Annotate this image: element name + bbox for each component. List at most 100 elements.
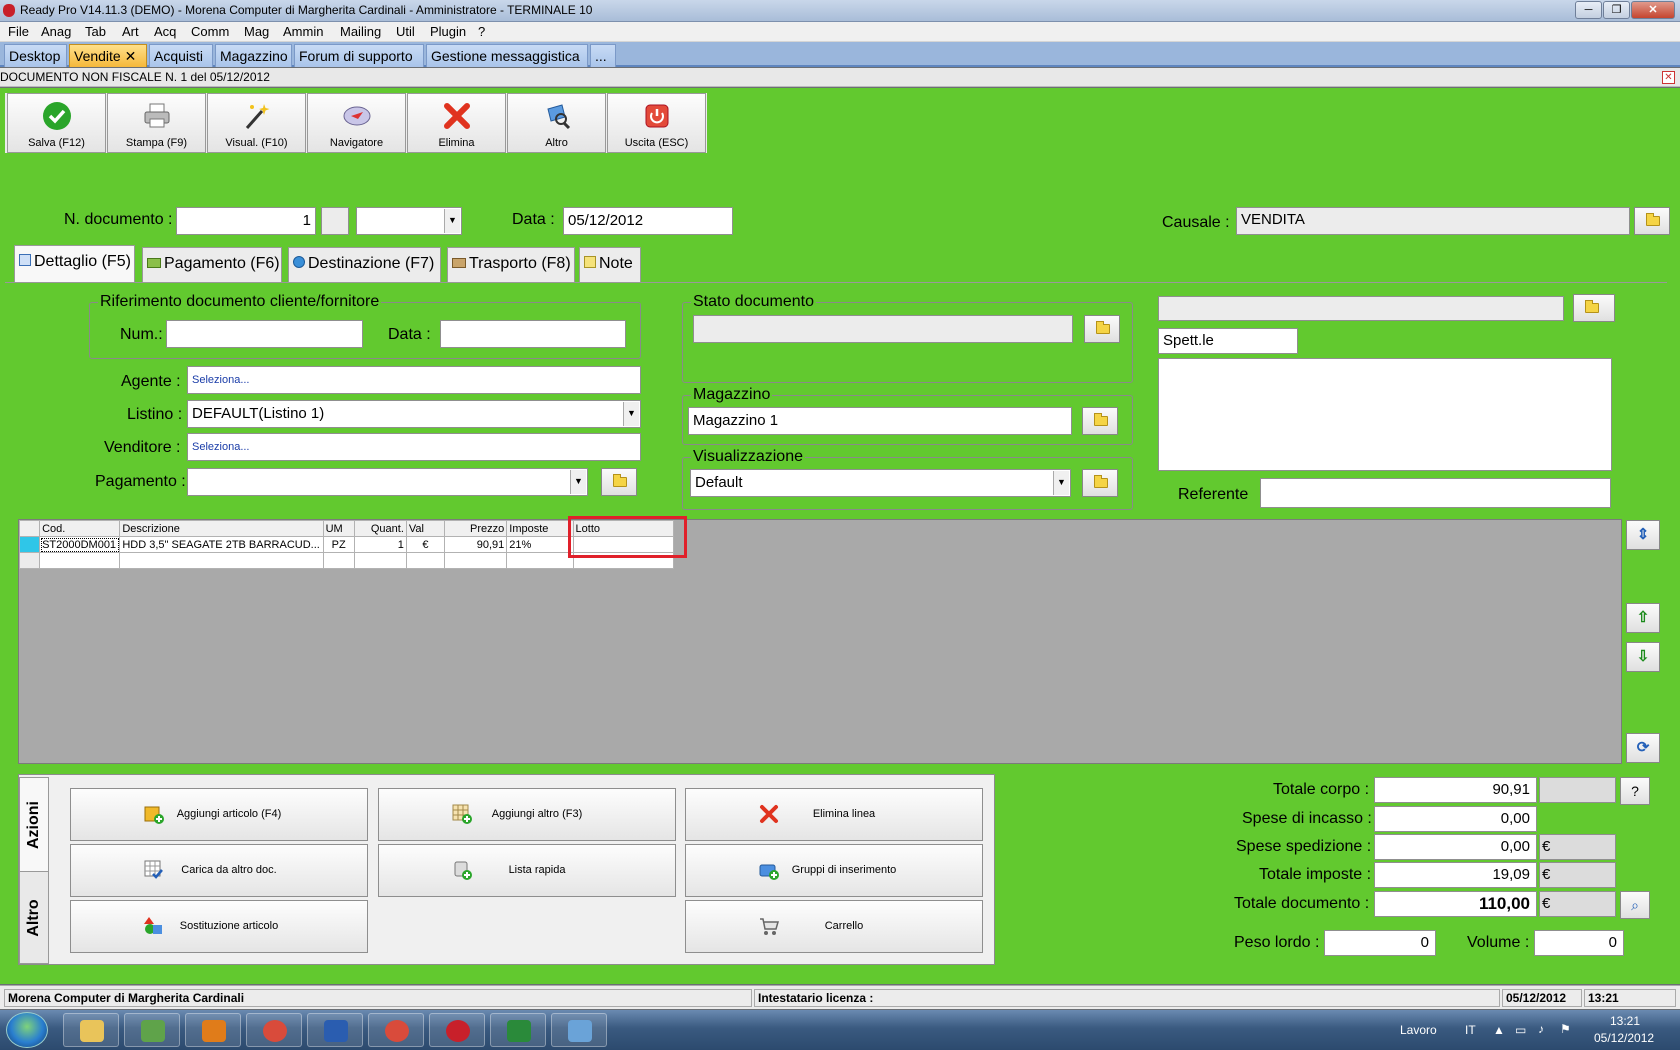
cell-descrizione[interactable]: HDD 3,5" SEAGATE 2TB BARRACUD... — [119, 536, 324, 553]
photo-viewer-taskbar-icon[interactable] — [551, 1013, 607, 1047]
sort-arrows-icon[interactable]: ⇕ — [1626, 520, 1660, 550]
save-button[interactable]: Salva (F12) — [7, 93, 106, 153]
tab-more[interactable]: ... — [590, 44, 616, 67]
menu-mailing[interactable]: Mailing — [340, 24, 381, 39]
minimize-button[interactable]: ─ — [1575, 1, 1602, 19]
series-select[interactable]: ▼ — [356, 207, 462, 235]
insert-groups-button[interactable]: Gruppi di inserimento — [685, 844, 983, 897]
preview-button[interactable]: Visual. (F10) — [207, 93, 306, 153]
menu-mag[interactable]: Mag — [244, 24, 269, 39]
menu-util[interactable]: Util — [396, 24, 415, 39]
help-button[interactable]: ? — [1620, 777, 1650, 805]
status-field[interactable] — [693, 315, 1073, 343]
tab-desktop[interactable]: Desktop — [4, 44, 67, 67]
causale-folder-button[interactable] — [1634, 207, 1670, 235]
load-from-doc-button[interactable]: Carica da altro doc. — [70, 844, 368, 897]
listino-select[interactable]: DEFAULT(Listino 1) ▼ — [187, 400, 641, 428]
exit-button[interactable]: Uscita (ESC) — [607, 93, 706, 153]
tab-altro[interactable]: Altro — [19, 871, 49, 964]
view-select[interactable]: Default ▼ — [690, 469, 1071, 497]
payment-folder-button[interactable] — [601, 468, 637, 496]
arrow-up-icon[interactable]: ⇧ — [1626, 603, 1660, 633]
ref-num-field[interactable] — [166, 320, 363, 348]
customer-folder-button[interactable] — [1573, 294, 1615, 322]
col-quant[interactable]: Quant. — [353, 520, 407, 537]
col-val[interactable]: Val — [405, 520, 446, 537]
tray-lavoro[interactable]: Lavoro — [1400, 1023, 1437, 1037]
status-folder-button[interactable] — [1084, 315, 1120, 343]
excel-taskbar-icon[interactable] — [490, 1013, 546, 1047]
tab-forum[interactable]: Forum di supporto — [294, 44, 424, 67]
ref-date-field[interactable] — [440, 320, 626, 348]
cell-prezzo[interactable]: 90,91 — [444, 536, 508, 553]
warehouse-folder-button[interactable] — [1082, 407, 1118, 435]
zoom-icon[interactable]: ⌕ — [1620, 891, 1650, 919]
tab-azioni[interactable]: Azioni — [19, 777, 49, 872]
cell-cod[interactable]: ST2000DM001 — [39, 536, 121, 553]
maximize-button[interactable]: ❐ — [1603, 1, 1630, 19]
menu-acq[interactable]: Acq — [154, 24, 176, 39]
navigator-button[interactable]: Navigatore — [307, 93, 406, 153]
referente-field[interactable] — [1260, 478, 1611, 508]
close-document-icon[interactable]: ✕ — [1662, 71, 1675, 84]
chevron-down-icon[interactable]: ▼ — [1053, 471, 1069, 495]
menu-file[interactable]: File — [8, 24, 29, 39]
view-folder-button[interactable] — [1082, 469, 1118, 497]
col-descrizione[interactable]: Descrizione — [119, 520, 324, 537]
network-icon[interactable]: ▭ — [1515, 1023, 1526, 1037]
add-article-button[interactable]: Aggiungi articolo (F4) — [70, 788, 368, 841]
tab-note[interactable]: Note — [579, 247, 641, 282]
menu-plugin[interactable]: Plugin — [430, 24, 466, 39]
date-field[interactable]: 05/12/2012 — [563, 207, 733, 235]
shipping-field[interactable]: 0,00 — [1374, 834, 1537, 860]
volume-icon[interactable]: ♪ — [1538, 1022, 1544, 1036]
tray-expand-icon[interactable]: ▲ — [1493, 1023, 1505, 1037]
replace-article-button[interactable]: Sostituzione articolo — [70, 900, 368, 953]
tab-trasporto[interactable]: Trasporto (F8) — [447, 247, 575, 282]
tab-messaggistica[interactable]: Gestione messaggistica — [426, 44, 588, 67]
word-taskbar-icon[interactable] — [307, 1013, 363, 1047]
add-other-button[interactable]: Aggiungi altro (F3) — [378, 788, 676, 841]
row-selector[interactable] — [18, 536, 41, 553]
tray-language[interactable]: IT — [1465, 1023, 1476, 1037]
chrome-taskbar-icon-2[interactable] — [368, 1013, 424, 1047]
readypro-taskbar-icon[interactable] — [429, 1013, 485, 1047]
delete-button[interactable]: Elimina — [407, 93, 506, 153]
menu-tab[interactable]: Tab — [85, 24, 106, 39]
refresh-icon[interactable]: ⟳ — [1626, 733, 1660, 763]
chevron-down-icon[interactable]: ▼ — [570, 470, 586, 494]
col-prezzo[interactable]: Prezzo — [444, 520, 508, 537]
other-button[interactable]: Altro — [507, 93, 606, 153]
payment-select[interactable]: ▼ — [187, 468, 588, 496]
outlook-taskbar-icon[interactable] — [185, 1013, 241, 1047]
menu-anag[interactable]: Anag — [41, 24, 71, 39]
collection-field[interactable]: 0,00 — [1374, 806, 1537, 832]
weight-field[interactable]: 0 — [1324, 930, 1436, 956]
delete-line-button[interactable]: Elimina linea — [685, 788, 983, 841]
tab-vendite[interactable]: Vendite ✕ — [69, 44, 147, 67]
close-window-button[interactable]: ✕ — [1631, 1, 1675, 19]
doc-number-field[interactable]: 1 — [176, 207, 316, 235]
col-cod[interactable]: Cod. — [39, 520, 121, 537]
messenger-taskbar-icon[interactable] — [124, 1013, 180, 1047]
doc-number-extra[interactable] — [321, 207, 349, 235]
tab-acquisti[interactable]: Acquisti — [149, 44, 213, 67]
col-um[interactable]: UM — [322, 520, 355, 537]
explorer-taskbar-icon[interactable] — [63, 1013, 119, 1047]
tab-dettaglio[interactable]: Dettaglio (F5) — [14, 245, 135, 284]
tab-pagamento[interactable]: Pagamento (F6) — [142, 247, 282, 282]
chevron-down-icon[interactable]: ▼ — [623, 402, 639, 426]
customer-name-field[interactable] — [1158, 296, 1564, 321]
menu-art[interactable]: Art — [122, 24, 139, 39]
print-button[interactable]: Stampa (F9) — [107, 93, 206, 153]
causale-field[interactable]: VENDITA — [1236, 207, 1630, 235]
cell-val[interactable]: € — [405, 536, 446, 553]
cart-button[interactable]: Carrello — [685, 900, 983, 953]
cell-um[interactable]: PZ — [322, 536, 355, 553]
agent-field[interactable]: Seleziona... — [187, 366, 641, 394]
address-field[interactable] — [1158, 358, 1612, 471]
tab-destinazione[interactable]: Destinazione (F7) — [288, 247, 441, 282]
menu-ammin[interactable]: Ammin — [283, 24, 323, 39]
menu-comm[interactable]: Comm — [191, 24, 229, 39]
salutation-field[interactable]: Spett.le — [1158, 328, 1298, 354]
